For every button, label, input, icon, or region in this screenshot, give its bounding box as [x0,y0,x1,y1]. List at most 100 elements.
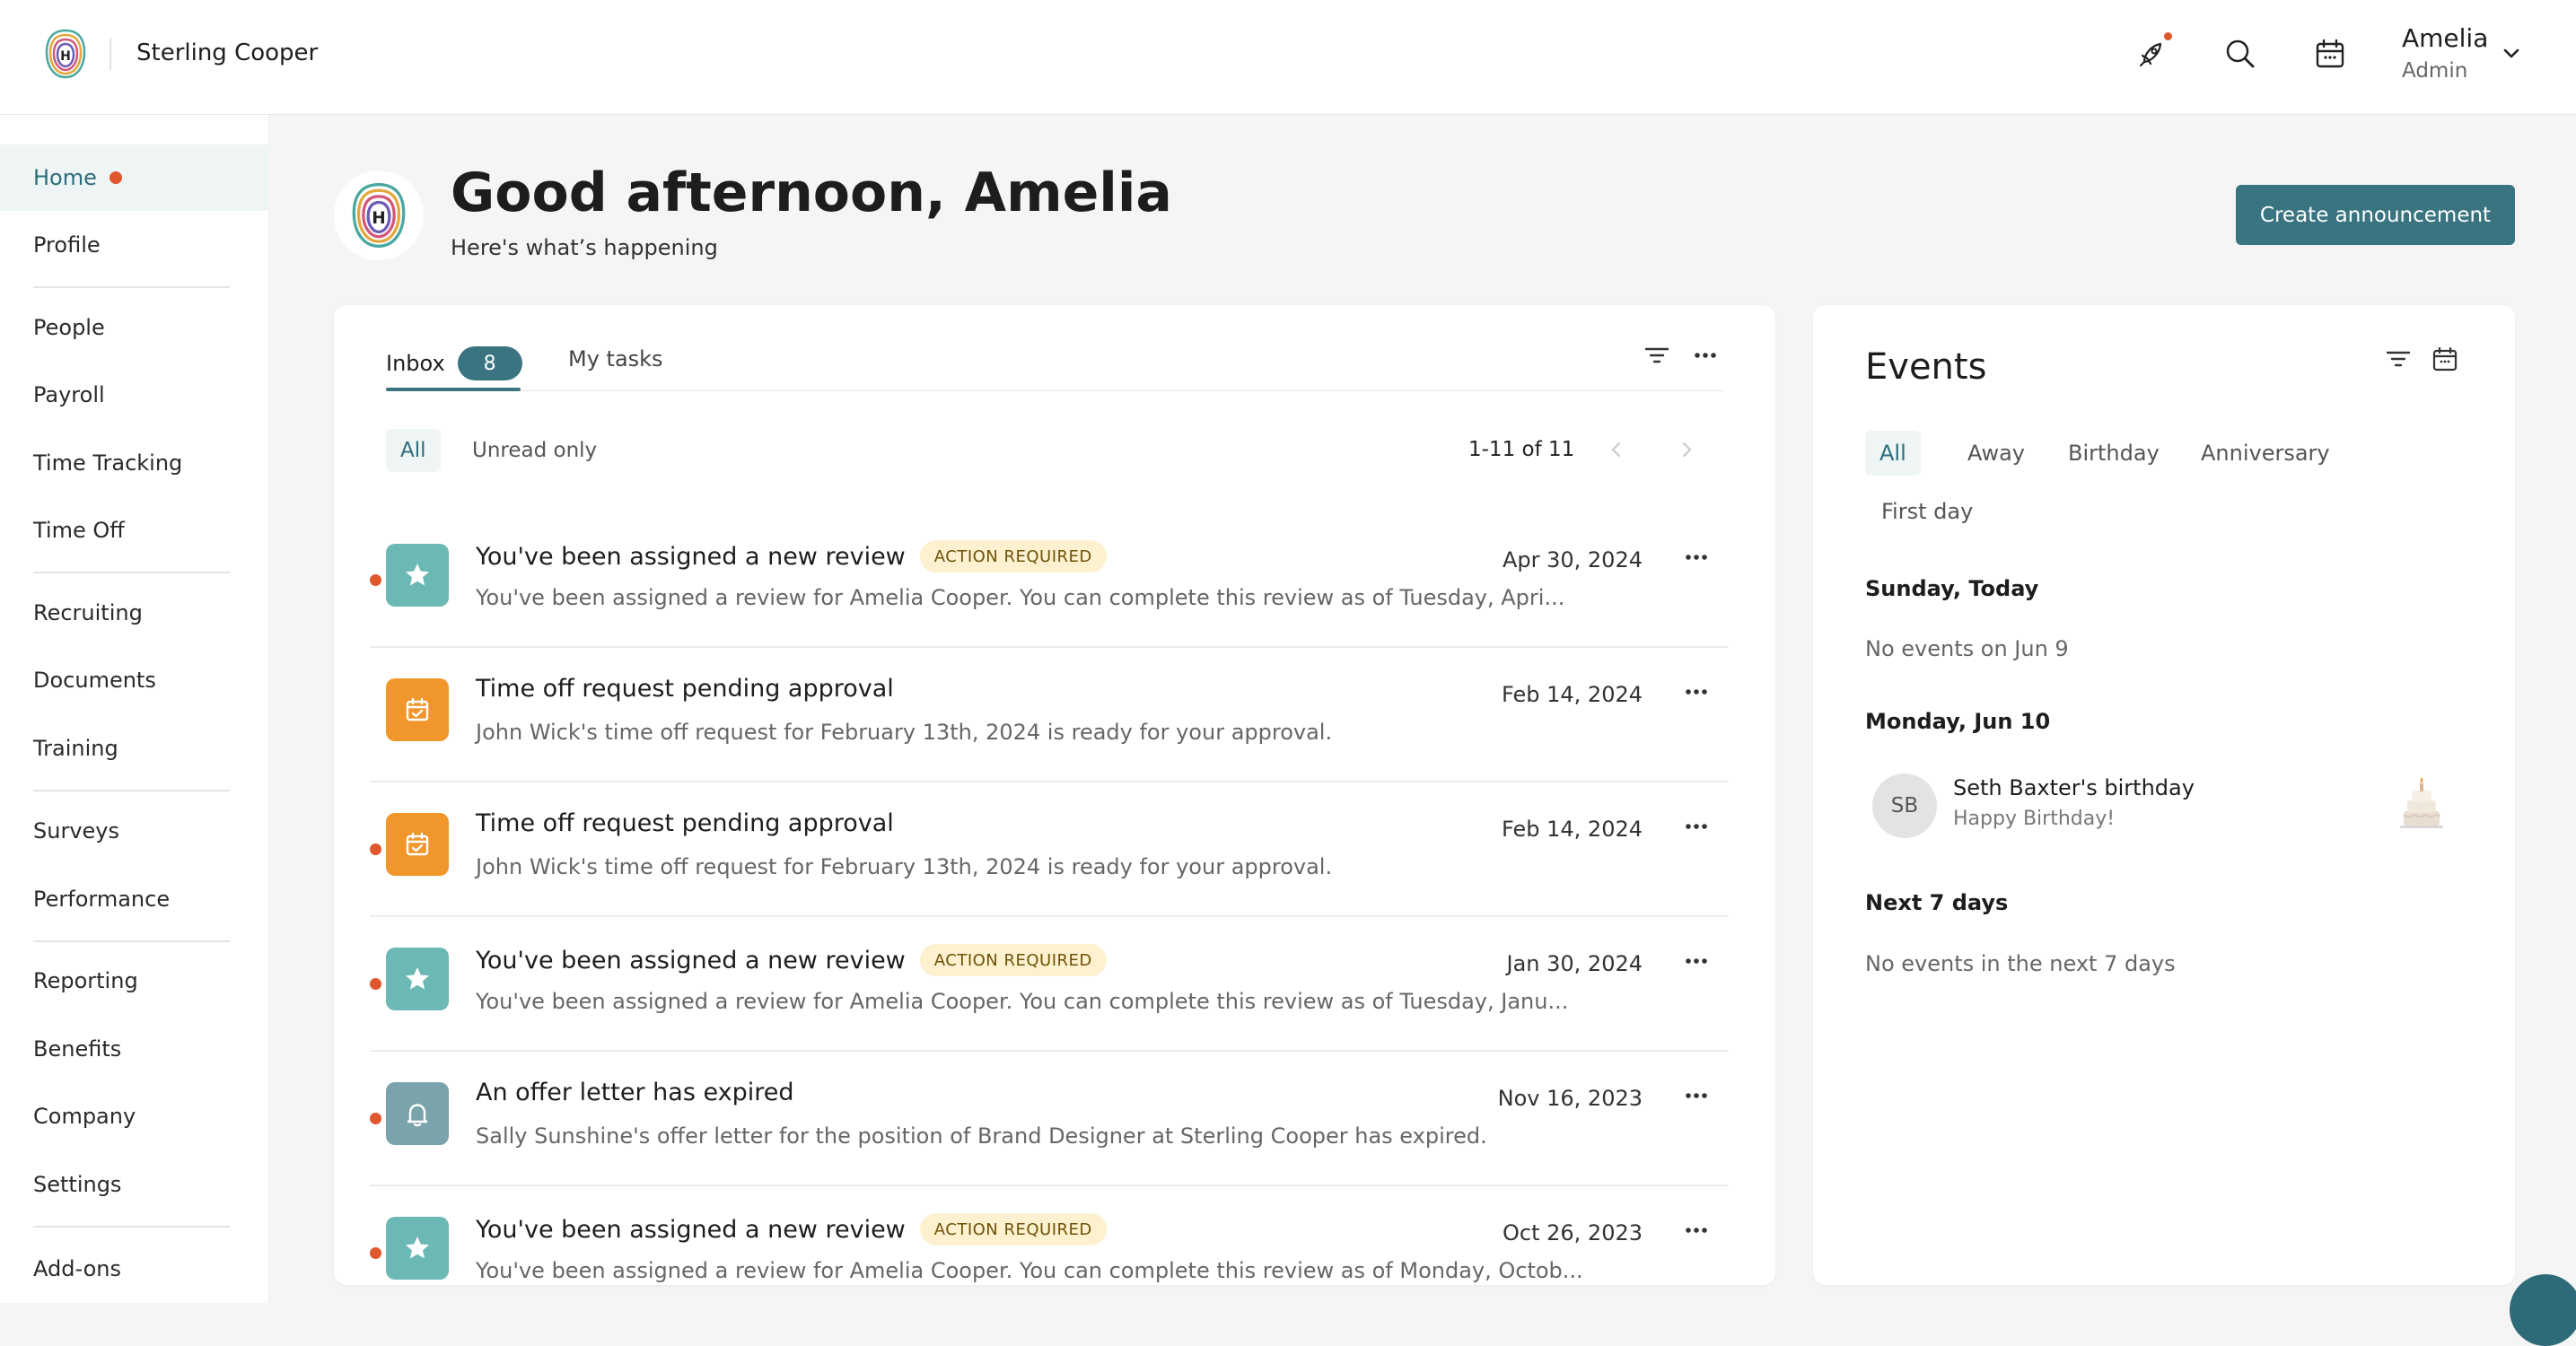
tab-inbox[interactable]: Inbox 8 [386,346,522,380]
user-name[interactable]: Amelia [2402,23,2488,53]
calendar-check-icon [386,678,449,741]
sidebar-item-company[interactable]: Company [0,1083,269,1149]
help-chat-button[interactable] [2510,1274,2576,1346]
sidebar-item-benefits[interactable]: Benefits [0,1016,269,1082]
more-options-icon[interactable] [1678,1082,1714,1109]
filter-icon[interactable] [1641,339,1673,371]
company-logo[interactable]: H [43,27,88,81]
action-required-badge: ACTION REQUIRED [920,1213,1107,1245]
calendar-icon[interactable] [2309,32,2352,75]
sidebar-divider [33,286,230,288]
events-filter-away[interactable]: Away [1953,431,2039,476]
sidebar-item-settings[interactable]: Settings [0,1151,269,1218]
chevron-down-icon[interactable] [2499,41,2524,66]
events-filter-anniversary[interactable]: Anniversary [2186,431,2344,476]
sidebar-item-label: Home [33,165,97,190]
more-options-icon[interactable] [1678,544,1714,571]
unread-dot [370,843,381,855]
svg-text:H: H [372,209,385,228]
tab-divider [386,390,1723,391]
unread-dot [370,978,381,990]
inbox-message[interactable]: Time off request pending approval John W… [370,648,1729,782]
avatar[interactable]: SB [1872,774,1937,838]
sidebar-item-label: Payroll [33,382,105,407]
events-empty-message: No events in the next 7 days [1865,951,2176,976]
sidebar-item-surveys[interactable]: Surveys [0,798,269,864]
inbox-message[interactable]: An offer letter has expired Sally Sunshi… [370,1052,1729,1186]
sidebar-item-recruiting[interactable]: Recruiting [0,580,269,646]
action-required-badge: ACTION REQUIRED [920,944,1107,976]
rocket-icon[interactable] [2131,32,2174,75]
sidebar-item-performance[interactable]: Performance [0,866,269,932]
events-filter-first-day[interactable]: First day [1867,489,1987,534]
more-options-icon[interactable] [1678,678,1714,705]
filter-unread-only[interactable]: Unread only [458,429,611,472]
sidebar-item-label: Surveys [33,818,119,843]
sidebar-item-profile[interactable]: Profile [0,212,269,278]
message-preview: John Wick's time off request for Februar… [476,720,1332,745]
event-subtitle: Happy Birthday! [1953,808,2115,830]
pagination-range: 1-11 of 11 [1468,438,1574,461]
message-title: Time off request pending approval [476,675,894,703]
sidebar-item-label: Time Tracking [33,450,182,476]
sidebar-item-time-tracking[interactable]: Time Tracking [0,430,269,496]
more-options-icon[interactable] [1678,813,1714,840]
sidebar-item-label: Performance [33,887,170,912]
tab-label: Inbox [386,351,445,376]
sidebar-item-label: Company [33,1104,136,1129]
bell-icon [386,1082,449,1145]
message-date: Apr 30, 2024 [1503,547,1643,572]
more-options-icon[interactable] [1678,1217,1714,1244]
inbox-message[interactable]: You've been assigned a new reviewACTION … [370,513,1729,648]
sidebar-item-training[interactable]: Training [0,715,269,782]
events-filter-all[interactable]: All [1865,431,1921,476]
filter-all[interactable]: All [386,429,441,472]
event-title[interactable]: Seth Baxter's birthday [1953,775,2195,800]
sidebar-item-label: Add-ons [33,1256,121,1281]
tab-my-tasks[interactable]: My tasks [568,346,663,371]
birthday-cake-icon [2396,775,2447,831]
events-empty-message: No events on Jun 9 [1865,636,2069,661]
calendar-check-icon [386,813,449,876]
unread-dot [370,1247,381,1259]
events-filter-birthday[interactable]: Birthday [2054,431,2174,476]
inbox-message[interactable]: You've been assigned a new reviewACTION … [370,1186,1729,1285]
message-date: Oct 26, 2023 [1503,1220,1643,1245]
sidebar-item-home[interactable]: Home [0,144,269,211]
events-day-heading: Monday, Jun 10 [1865,709,2050,734]
inbox-message[interactable]: You've been assigned a new reviewACTION … [370,917,1729,1052]
message-preview: Sally Sunshine's offer letter for the po… [476,1123,1487,1149]
sidebar: Home Profile People Payroll Time Trackin… [0,115,269,1303]
sidebar-item-label: People [33,315,105,340]
company-logo-large: H [334,170,424,260]
more-options-icon[interactable] [1678,948,1714,975]
create-announcement-button[interactable]: Create announcement [2236,185,2515,245]
notification-dot [2164,32,2172,40]
sidebar-divider [33,572,230,573]
sidebar-item-payroll[interactable]: Payroll [0,362,269,428]
sidebar-divider [33,1226,230,1228]
unread-dot [370,1113,381,1124]
tab-label: My tasks [568,346,663,371]
sidebar-item-time-off[interactable]: Time Off [0,497,269,564]
sidebar-item-label: Recruiting [33,600,143,625]
chevron-right-icon[interactable] [1673,436,1700,463]
sidebar-item-label: Profile [33,232,101,258]
filter-icon[interactable] [2382,343,2414,375]
search-icon[interactable] [2219,32,2262,75]
message-preview: You've been assigned a review for Amelia… [476,989,1568,1014]
sidebar-item-people[interactable]: People [0,294,269,361]
more-options-icon[interactable] [1689,339,1722,371]
message-title: An offer letter has expired [476,1079,793,1106]
inbox-message[interactable]: Time off request pending approval John W… [370,782,1729,917]
chevron-left-icon[interactable] [1603,436,1630,463]
sidebar-item-label: Reporting [33,968,138,993]
company-name: Sterling Cooper [136,39,318,66]
message-preview: John Wick's time off request for Februar… [476,854,1332,879]
sidebar-item-label: Time Off [33,518,125,543]
sidebar-item-reporting[interactable]: Reporting [0,948,269,1014]
sidebar-item-documents[interactable]: Documents [0,647,269,713]
message-date: Nov 16, 2023 [1498,1086,1643,1111]
sidebar-item-add-ons[interactable]: Add-ons [0,1236,269,1302]
calendar-icon[interactable] [2429,343,2461,375]
